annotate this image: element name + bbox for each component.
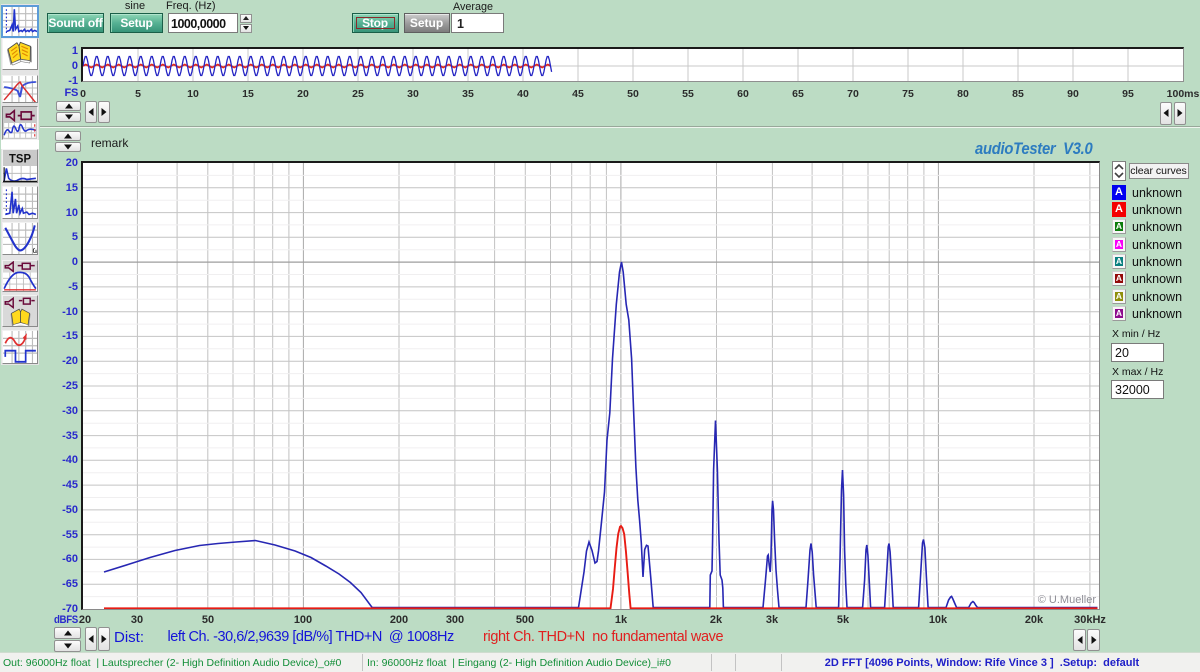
- svg-text:ω: ω: [32, 245, 37, 254]
- svg-text:TSP: TSP: [9, 151, 31, 166]
- svg-text:© U.Mueller: © U.Mueller: [1038, 594, 1097, 606]
